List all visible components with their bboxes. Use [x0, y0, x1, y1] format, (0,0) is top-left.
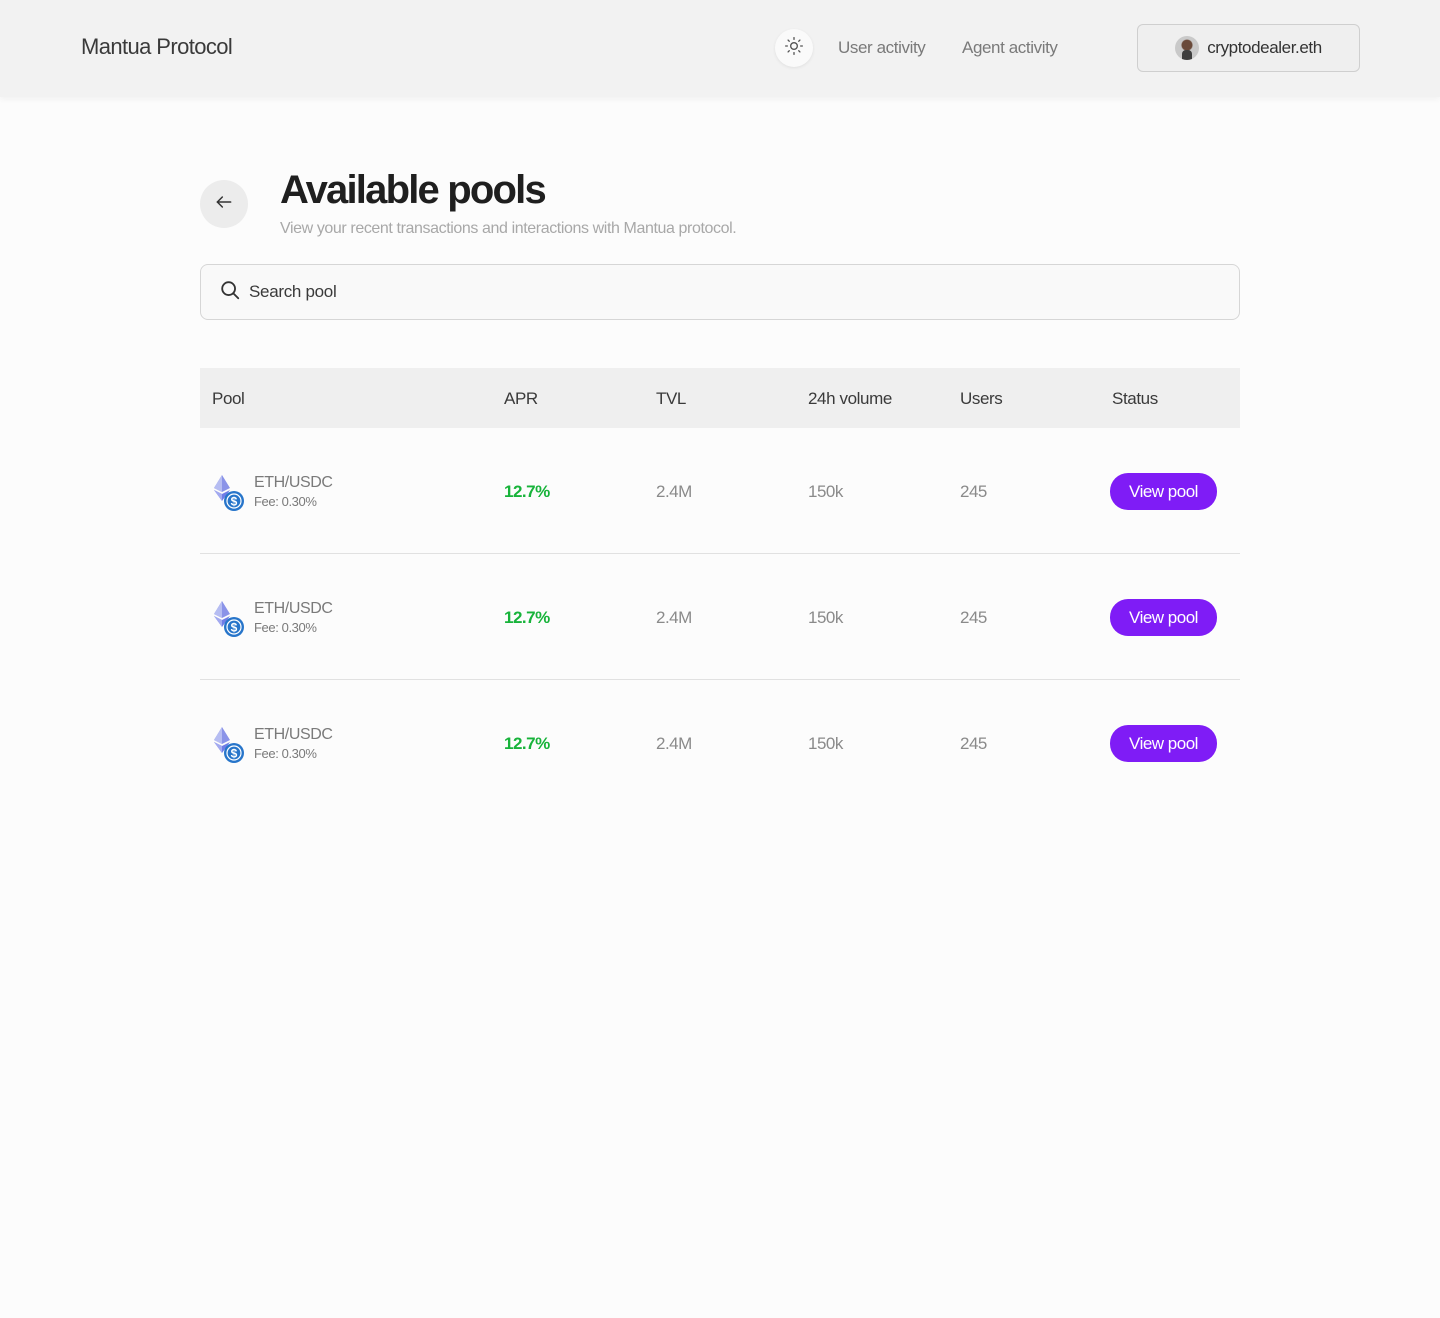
svg-text:$: $ [231, 746, 238, 760]
view-pool-button[interactable]: View pool [1110, 725, 1217, 762]
theme-toggle-button[interactable] [775, 29, 813, 67]
table-row: $ ETH/USDC Fee: 0.30% 12.7% 2.4M 150k 24… [200, 554, 1240, 680]
pool-fee: Fee: 0.30% [254, 494, 317, 509]
token-pair-icon: $ [212, 601, 244, 637]
table-header: Pool APR TVL 24h volume Users Status [200, 368, 1240, 428]
column-header-tvl: TVL [656, 389, 686, 408]
wallet-button[interactable]: cryptodealer.eth [1137, 24, 1360, 72]
volume-value: 150k [808, 734, 843, 753]
svg-text:$: $ [231, 494, 238, 508]
pool-name: ETH/USDC [254, 600, 333, 617]
usdc-icon: $ [224, 617, 244, 637]
pool-cell: $ ETH/USDC Fee: 0.30% [212, 474, 333, 511]
table-row: $ ETH/USDC Fee: 0.30% 12.7% 2.4M 150k 24… [200, 428, 1240, 554]
users-value: 245 [960, 608, 987, 627]
apr-value: 12.7% [504, 608, 550, 627]
view-pool-button[interactable]: View pool [1110, 599, 1217, 636]
token-pair-icon: $ [212, 475, 244, 511]
apr-value: 12.7% [504, 734, 550, 753]
nav-agent-activity[interactable]: Agent activity [962, 38, 1058, 58]
page-subtitle: View your recent transactions and intera… [280, 220, 737, 237]
view-pool-button[interactable]: View pool [1110, 473, 1217, 510]
column-header-users: Users [960, 389, 1003, 408]
column-header-apr: APR [504, 389, 538, 408]
sun-icon [784, 36, 804, 61]
svg-text:$: $ [231, 620, 238, 634]
usdc-icon: $ [224, 491, 244, 511]
pool-name: ETH/USDC [254, 726, 333, 743]
tvl-value: 2.4M [656, 482, 692, 501]
arrow-left-icon [214, 192, 234, 217]
search-icon [219, 279, 241, 306]
pool-cell: $ ETH/USDC Fee: 0.30% [212, 600, 333, 637]
users-value: 245 [960, 734, 987, 753]
volume-value: 150k [808, 482, 843, 501]
pools-table: Pool APR TVL 24h volume Users Status $ E… [200, 368, 1240, 806]
apr-value: 12.7% [504, 482, 550, 501]
pool-name: ETH/USDC [254, 474, 333, 491]
search-bar [200, 264, 1240, 320]
column-header-status: Status [1112, 389, 1158, 408]
column-header-volume: 24h volume [808, 389, 892, 408]
brand-logo[interactable]: Mantua Protocol [81, 34, 233, 60]
column-header-pool: Pool [212, 389, 245, 408]
users-value: 245 [960, 482, 987, 501]
pool-cell: $ ETH/USDC Fee: 0.30% [212, 726, 333, 763]
table-row: $ ETH/USDC Fee: 0.30% 12.7% 2.4M 150k 24… [200, 680, 1240, 806]
back-button[interactable] [200, 180, 248, 228]
avatar [1175, 36, 1200, 60]
page-title: Available pools [280, 168, 547, 212]
token-pair-icon: $ [212, 727, 244, 763]
nav-user-activity[interactable]: User activity [838, 38, 926, 58]
volume-value: 150k [808, 608, 843, 627]
pool-fee: Fee: 0.30% [254, 746, 317, 761]
tvl-value: 2.4M [656, 734, 692, 753]
tvl-value: 2.4M [656, 608, 692, 627]
pool-fee: Fee: 0.30% [254, 620, 317, 635]
search-input[interactable] [249, 282, 1229, 302]
top-navbar: Mantua Protocol User activity Agent acti… [0, 0, 1440, 97]
usdc-icon: $ [224, 743, 244, 763]
wallet-name: cryptodealer.eth [1207, 38, 1322, 57]
